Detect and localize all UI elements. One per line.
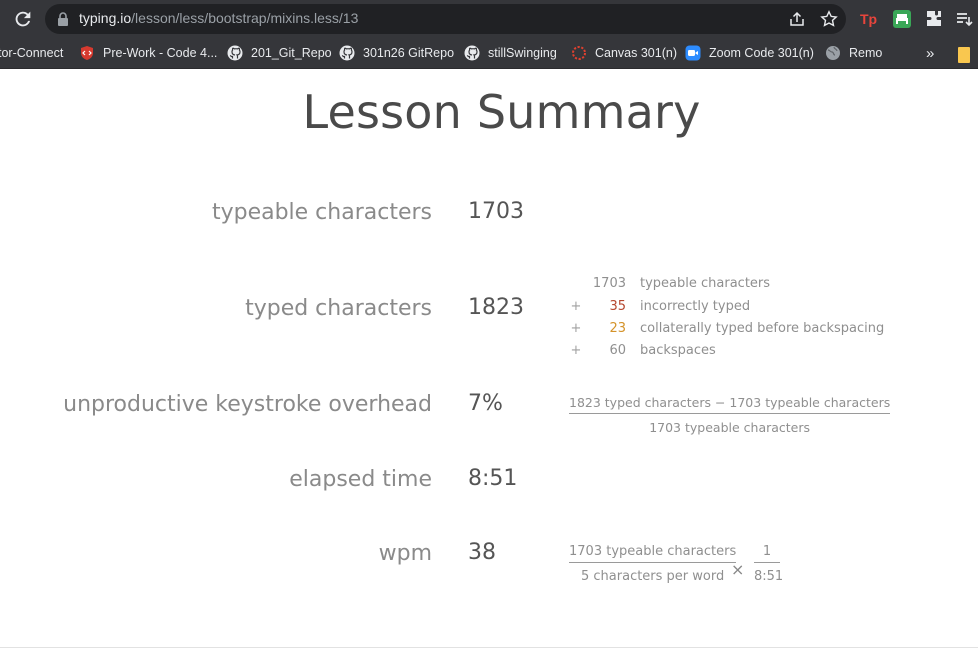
bookmark-label: Remo [849,46,883,60]
bookmark-item[interactable]: Remo [825,43,882,63]
reading-list-icon[interactable] [954,9,974,29]
breakdown-number: 60 [609,343,626,358]
bookmark-item[interactable]: Zoom Code 301(n) [685,43,814,63]
extensions-puzzle-icon[interactable] [924,9,944,29]
overhead-formula: 1823 typed characters − 1703 typeable ch… [569,395,891,435]
multiply-sign: × [731,560,745,579]
bookmarks-overflow-button[interactable]: » [926,43,934,63]
wpm-formula-left: 1703 typeable characters 5 characters pe… [569,544,737,584]
bookmark-label: 301n26 GitRepo [363,46,455,60]
bookmark-item[interactable]: 201_Git_Repo [227,43,332,63]
url-text[interactable]: typing.io/lesson/less/bootstrap/mixins.l… [79,10,358,26]
browser-toolbar: typing.io/lesson/less/bootstrap/mixins.l… [0,0,978,38]
breakdown-text: incorrectly typed [640,299,751,314]
stat-label-elapsed-time: elapsed time [289,467,432,492]
stat-value-unproductive-overhead: 7% [468,391,503,416]
bookmark-item[interactable]: stillSwinging [464,43,557,63]
globe-icon [826,46,840,60]
bookmark-label: Canvas 301(n) [595,46,677,60]
bookmark-label: tor-Connect [0,46,64,60]
breakdown-number: 35 [609,299,626,314]
stat-label-typeable-characters: typeable characters [211,200,432,225]
lock-icon[interactable] [57,12,69,26]
breakdown-text: collaterally typed before backspacing [640,321,885,336]
url-path: /lesson/less/bootstrap/mixins.less/13 [131,10,359,26]
stat-value-typeable-characters: 1703 [468,199,524,224]
overhead-denominator: 1703 typeable characters [649,420,811,435]
stat-value-elapsed-time: 8:51 [468,466,518,491]
breakdown-number: 1703 [592,276,626,291]
address-bar[interactable]: typing.io/lesson/less/bootstrap/mixins.l… [45,4,846,34]
wpm-right-denominator: 8:51 [754,569,784,584]
printer-extension-icon[interactable] [892,9,912,29]
wpm-right-numerator: 1 [754,544,780,563]
code-shield-icon [81,46,93,60]
folder-icon[interactable] [957,47,971,63]
zoom-icon [685,45,701,61]
bookmark-item[interactable]: 301n26 GitRepo [339,43,454,63]
bookmark-label: Pre-Work - Code 4... [103,46,218,60]
bookmark-label: Zoom Code 301(n) [709,46,814,60]
stat-label-unproductive-overhead: unproductive keystroke overhead [63,392,432,417]
github-icon [339,45,355,61]
bookmark-item[interactable]: Pre-Work - Code 4... [79,43,217,63]
stat-label-typed-characters: typed characters [245,296,432,321]
wpm-left-denominator: 5 characters per word [581,569,725,584]
bookmark-item[interactable]: tor-Connect [0,43,63,63]
github-icon [227,45,243,61]
stat-value-typed-characters: 1823 [468,295,524,320]
breakdown-text: backspaces [640,343,716,358]
breakdown-text: typeable characters [640,276,771,291]
reload-icon[interactable] [12,8,34,30]
star-icon[interactable] [820,10,838,28]
overhead-numerator: 1823 typed characters − 1703 typeable ch… [569,395,891,414]
page-title: Lesson Summary [302,85,701,139]
stat-value-wpm: 38 [468,540,496,565]
lesson-summary-page: Lesson Summary typeable characters 1703 … [0,69,978,657]
url-host: typing.io [79,10,132,26]
bookmark-label: stillSwinging [488,46,557,60]
bookmark-item[interactable]: Canvas 301(n) [571,43,677,63]
typing-extension-icon[interactable]: Tp [860,9,880,29]
breakdown-number: 23 [609,321,626,336]
github-icon [464,45,480,61]
browser-chrome: typing.io/lesson/less/bootstrap/mixins.l… [0,0,978,69]
share-icon[interactable] [788,10,806,28]
bookmark-label: 201_Git_Repo [251,46,332,60]
wpm-left-numerator: 1703 typeable characters [569,544,737,563]
bottom-divider [0,647,978,648]
stat-label-wpm: wpm [378,541,432,566]
bookmarks-bar: tor-Connect Pre-Work - Code 4... 201_Git… [0,38,978,69]
wpm-formula-right: 1 8:51 [754,544,784,584]
canvas-icon [572,46,586,60]
